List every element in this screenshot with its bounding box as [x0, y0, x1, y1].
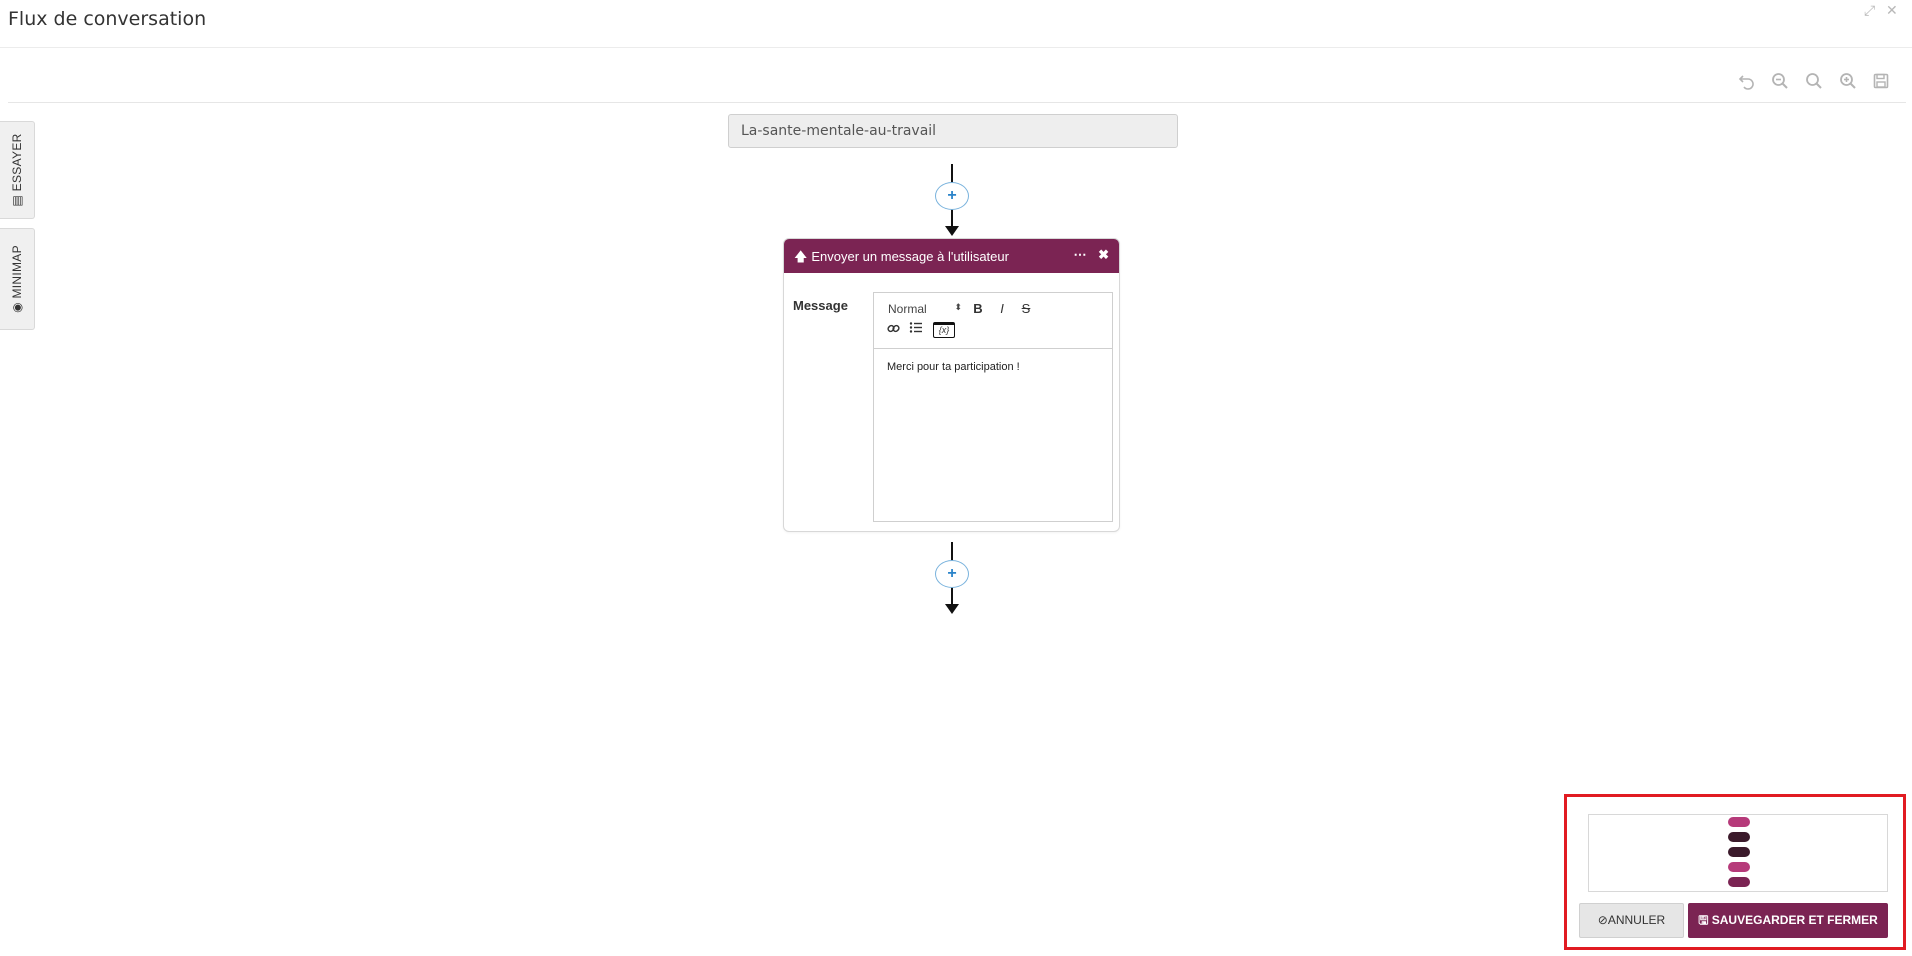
rich-text-editor[interactable]: Normal ⬍ B I S {x} Merci pour ta partici… — [873, 292, 1113, 522]
expand-icon[interactable]: ⤢ — [1864, 2, 1875, 19]
save-button-label: SAUVEGARDER ET FERMER — [1711, 913, 1878, 927]
add-step-button[interactable]: + — [935, 182, 969, 210]
select-caret-icon: ⬍ — [954, 302, 962, 312]
cancel-icon: ⊘ — [1597, 913, 1608, 927]
search-icon[interactable] — [1805, 72, 1823, 90]
arrow-down-icon — [945, 226, 959, 236]
message-node-card[interactable]: 🡅 Envoyer un message à l'utilisateur ⋯ ✖ … — [783, 238, 1120, 532]
flow-start-node[interactable]: La-sante-mentale-au-travail — [728, 114, 1178, 148]
format-select-value: Normal — [888, 302, 927, 316]
delete-node-icon[interactable]: ✖ — [1098, 247, 1109, 262]
toolbar-divider — [8, 102, 1906, 103]
message-field-label: Message — [793, 298, 848, 313]
cancel-button-label: ANNULER — [1607, 913, 1666, 927]
minimap-node — [1728, 847, 1750, 857]
undo-icon[interactable] — [1738, 72, 1756, 90]
editor-toolbar: Normal ⬍ B I S {x} — [874, 293, 1112, 349]
save-icon[interactable] — [1872, 72, 1890, 90]
minimap-node — [1728, 817, 1750, 827]
zoom-out-icon[interactable] — [1771, 72, 1789, 90]
bullet-list-icon[interactable] — [908, 321, 924, 337]
node-header: 🡅 Envoyer un message à l'utilisateur ⋯ ✖ — [784, 239, 1119, 273]
link-icon[interactable] — [885, 322, 901, 338]
zoom-in-icon[interactable] — [1839, 72, 1857, 90]
tab-essayer-label: ESSAYER — [10, 133, 24, 192]
close-icon[interactable]: ✕ — [1886, 2, 1898, 19]
minimap-node — [1728, 862, 1750, 872]
arrow-down-icon — [945, 604, 959, 614]
insert-variable-button[interactable]: {x} — [933, 322, 955, 338]
format-select[interactable]: Normal ⬍ — [888, 302, 962, 316]
message-content[interactable]: Merci pour ta participation ! — [874, 349, 1112, 385]
floppy-disk-icon: 🖫 — [1698, 913, 1712, 927]
node-title: Envoyer un message à l'utilisateur — [811, 249, 1009, 264]
dialog-title: Flux de conversation — [8, 8, 207, 30]
dialog-header: Flux de conversation — [0, 0, 1912, 48]
minimap-node — [1728, 877, 1750, 887]
cancel-button[interactable]: ⊘ANNULER — [1579, 903, 1684, 938]
more-options-icon[interactable]: ⋯ — [1073, 247, 1086, 262]
minimap-preview[interactable] — [1588, 814, 1888, 892]
arrow-up-icon: 🡅 — [794, 249, 808, 264]
save-and-close-button[interactable]: 🖫 SAUVEGARDER ET FERMER — [1688, 903, 1888, 938]
document-icon: ▤ — [10, 191, 24, 207]
strike-button[interactable]: S — [1018, 301, 1034, 316]
minimap-node — [1728, 832, 1750, 842]
tab-minimap[interactable]: ◉ MINIMAP — [0, 228, 35, 330]
tab-minimap-label: MINIMAP — [10, 245, 24, 299]
tab-essayer[interactable]: ▤ ESSAYER — [0, 121, 35, 219]
add-step-button[interactable]: + — [935, 560, 969, 588]
italic-button[interactable]: I — [994, 301, 1010, 316]
bold-button[interactable]: B — [970, 301, 986, 316]
eye-icon: ◉ — [10, 298, 24, 313]
